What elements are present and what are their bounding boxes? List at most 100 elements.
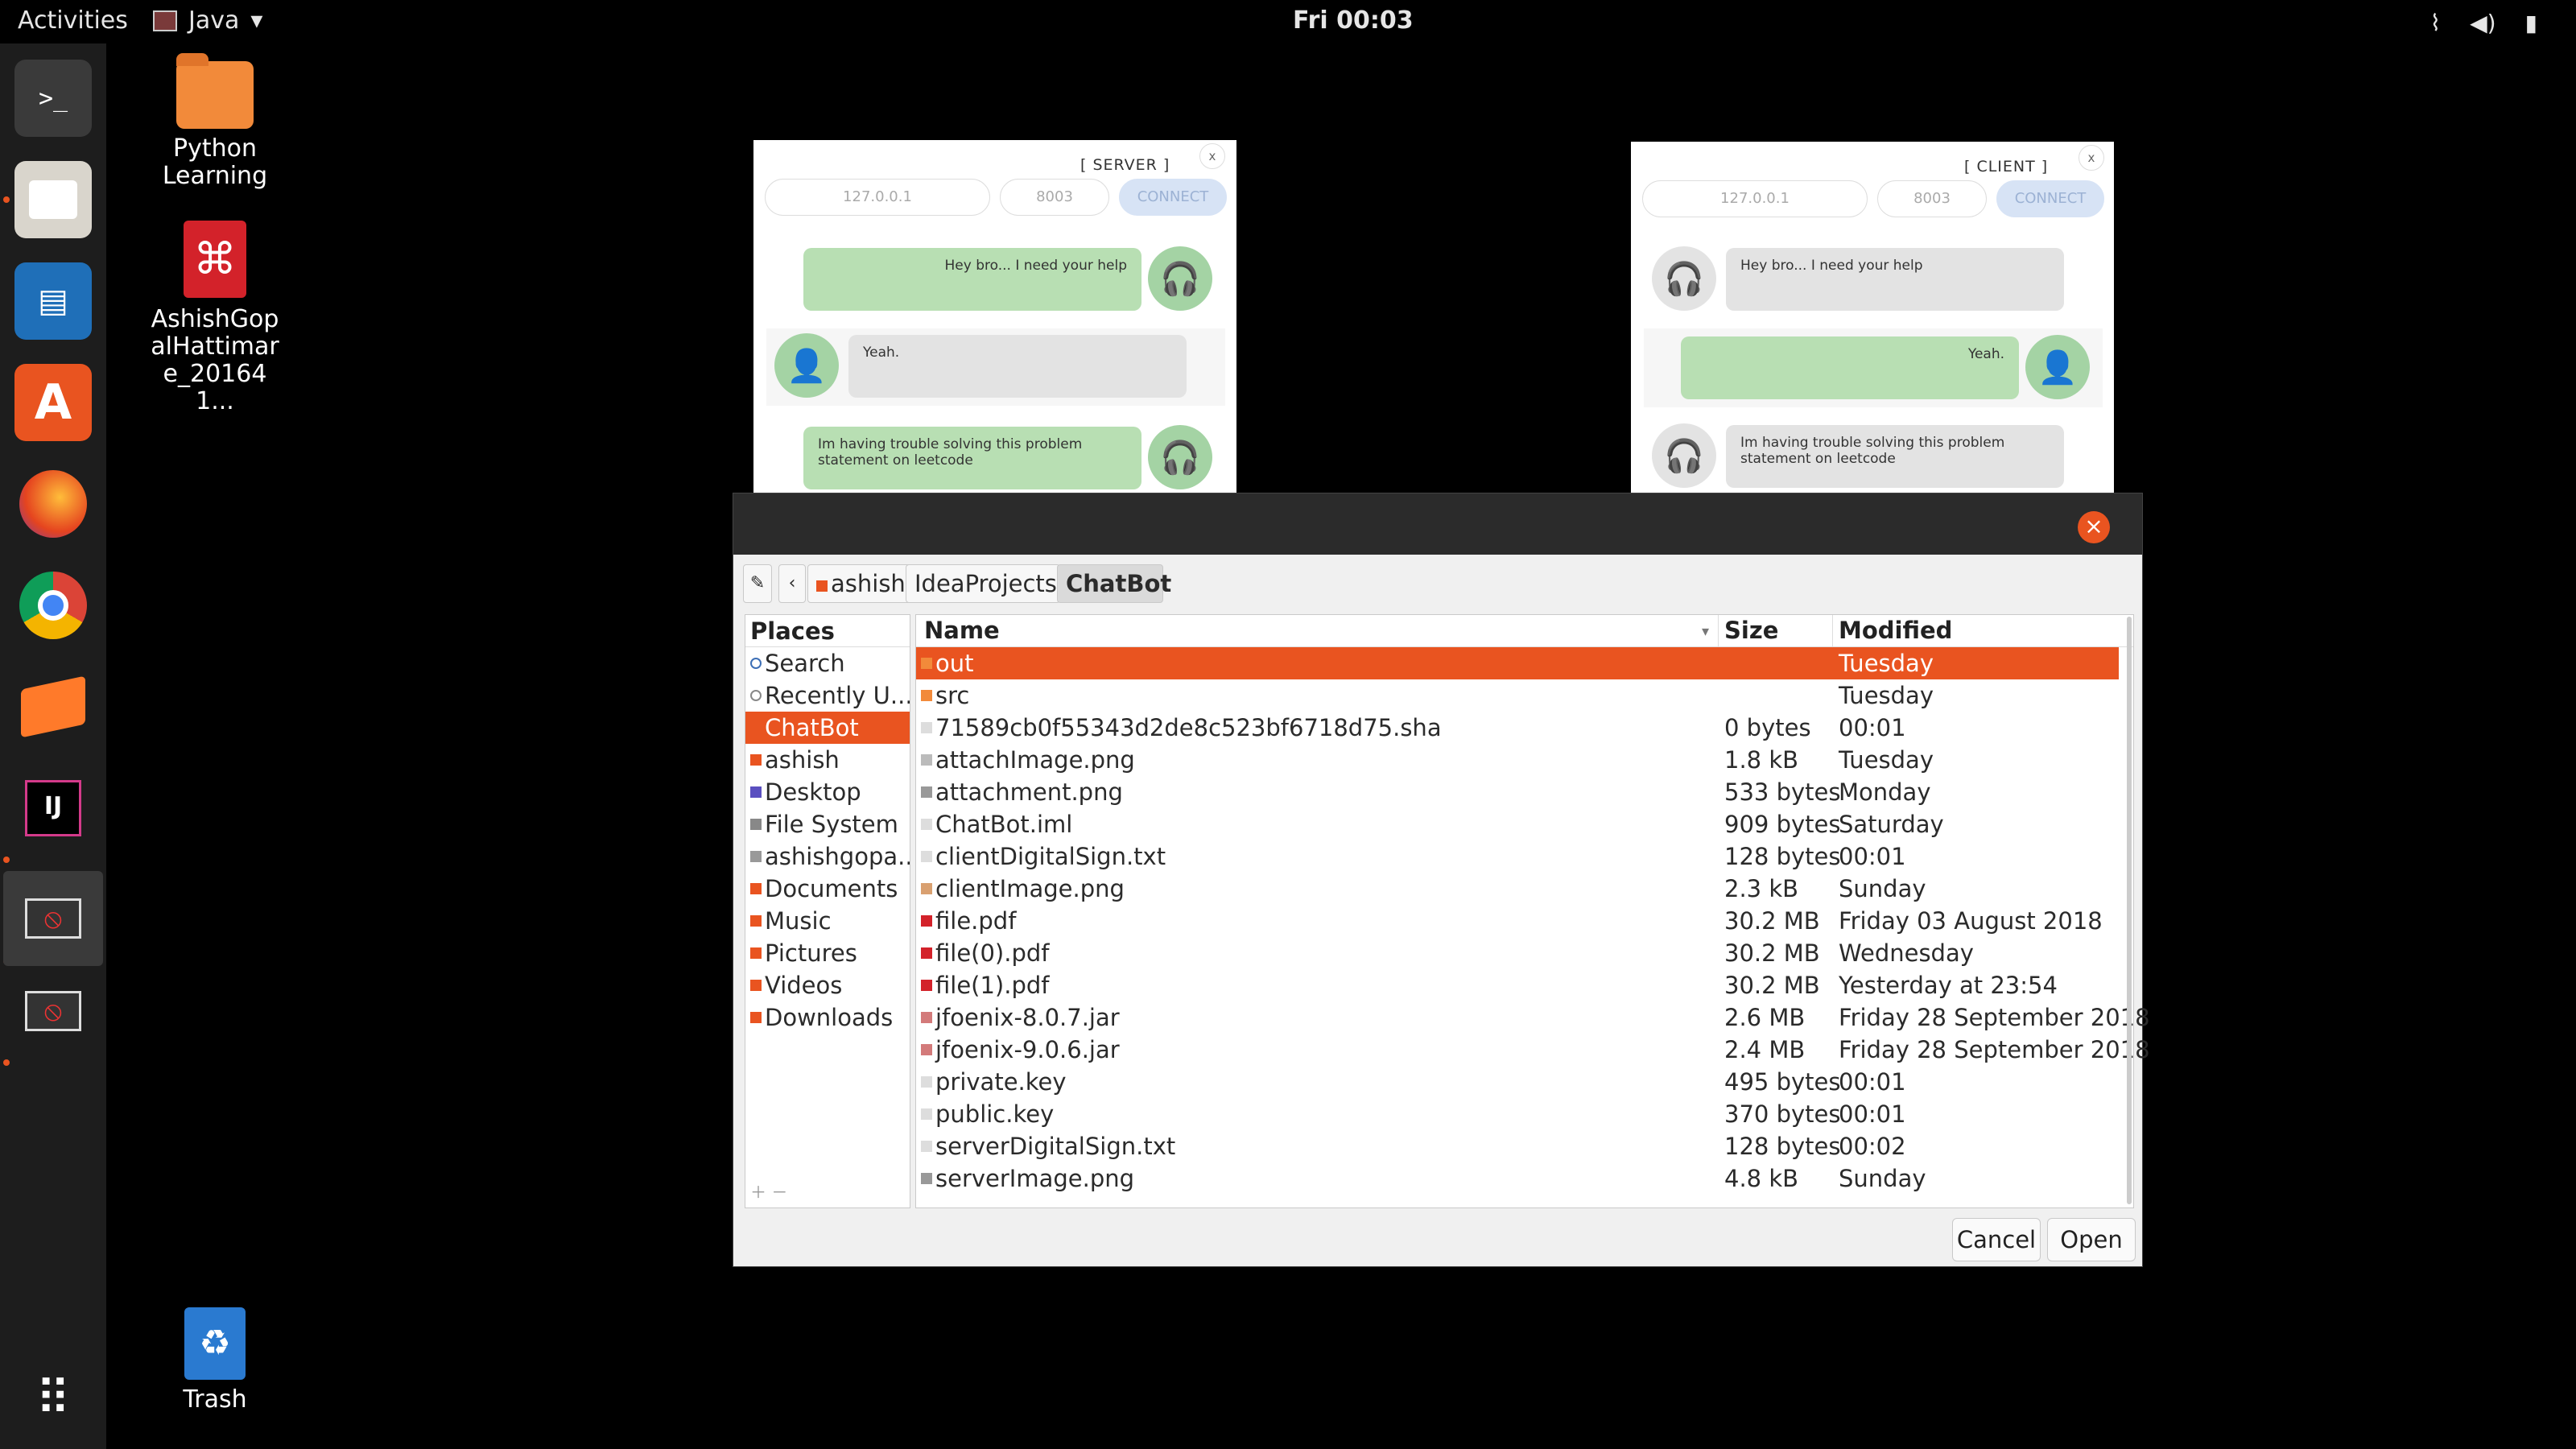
file-modified: Saturday — [1839, 811, 1944, 838]
client-port-field[interactable]: 8003 — [1877, 180, 1987, 217]
folder-icon — [750, 883, 762, 894]
server-connect-button[interactable]: CONNECT — [1119, 179, 1227, 216]
path-chatbot[interactable]: ChatBot — [1057, 564, 1171, 603]
activities-button[interactable]: Activities — [18, 6, 128, 35]
server-ip-field[interactable]: 127.0.0.1 — [765, 179, 990, 216]
show-apps-icon[interactable]: ⠿ — [14, 1360, 92, 1438]
file-size: 2.3 kB — [1724, 875, 1799, 902]
column-name[interactable]: Name — [924, 617, 1000, 644]
place-item[interactable]: Recently U... — [745, 679, 910, 712]
client-connect-button[interactable]: CONNECT — [1996, 180, 2104, 217]
file-name: serverDigitalSign.txt — [935, 1133, 1176, 1160]
cancel-button[interactable]: Cancel — [1952, 1218, 2041, 1261]
file-list-header: Name ▾ Size Modified — [916, 615, 2133, 647]
file-row[interactable]: clientImage.png 2.3 kB Sunday — [916, 873, 2119, 905]
place-item[interactable]: Search — [745, 647, 910, 679]
file-modified: Friday 28 September 2018 — [1839, 1004, 2150, 1031]
dialog-close-button[interactable]: × — [2078, 511, 2110, 543]
java-app-icon-1[interactable]: ⦸ — [3, 871, 103, 966]
system-tray[interactable]: ⌇ ◀) ▮ — [2429, 10, 2537, 36]
terminal-icon[interactable]: >_ — [14, 60, 92, 137]
app-menu[interactable]: Java ▾ — [153, 6, 262, 35]
column-size[interactable]: Size — [1724, 617, 1778, 644]
dialog-header: × — [733, 493, 2142, 555]
desktop-icon — [750, 786, 762, 798]
file-row[interactable]: file(1).pdf 30.2 MB Yesterday at 23:54 — [916, 969, 2119, 1001]
places-add-remove[interactable]: ＋ － — [750, 1179, 787, 1203]
file-modified: Sunday — [1839, 1165, 1926, 1192]
file-size: 30.2 MB — [1724, 907, 1820, 935]
folder-icon — [750, 980, 762, 991]
place-item[interactable]: Pictures — [745, 937, 910, 969]
file-row[interactable]: clientDigitalSign.txt 128 bytes 00:01 — [916, 840, 2119, 873]
trash-label: Trash — [183, 1385, 247, 1414]
files-icon[interactable] — [14, 161, 92, 238]
scrollbar[interactable] — [2127, 617, 2132, 1204]
desktop-folder-python[interactable]: Python Learning — [138, 53, 291, 190]
file-name: ChatBot.iml — [935, 811, 1073, 838]
place-item[interactable]: Videos — [745, 969, 910, 1001]
file-size: 2.6 MB — [1724, 1004, 1806, 1031]
place-item[interactable]: Downloads — [745, 1001, 910, 1034]
place-label: File System — [765, 811, 898, 838]
file-row[interactable]: file(0).pdf 30.2 MB Wednesday — [916, 937, 2119, 969]
file-row[interactable]: out Tuesday — [916, 647, 2119, 679]
desktop-trash[interactable]: ♻ Trash — [138, 1307, 291, 1414]
path-ideaprojects[interactable]: IdeaProjects — [906, 564, 1060, 603]
file-row[interactable]: attachImage.png 1.8 kB Tuesday — [916, 744, 2119, 776]
firefox-icon[interactable] — [14, 465, 92, 543]
file-row[interactable]: serverDigitalSign.txt 128 bytes 00:02 — [916, 1130, 2119, 1162]
java-app-icon-2[interactable]: ⦸ — [14, 972, 92, 1050]
client-ip-field[interactable]: 127.0.0.1 — [1642, 180, 1868, 217]
file-modified: 00:02 — [1839, 1133, 1906, 1160]
file-row[interactable]: attachment.png 533 bytes Monday — [916, 776, 2119, 808]
file-row[interactable]: public.key 370 bytes 00:01 — [916, 1098, 2119, 1130]
place-item[interactable]: Documents — [745, 873, 910, 905]
server-close-button[interactable]: x — [1199, 143, 1225, 169]
file-row[interactable]: jfoenix-8.0.7.jar 2.6 MB Friday 28 Septemb… — [916, 1001, 2150, 1034]
server-window: [ SERVER ] x 127.0.0.1 8003 CONNECT Hey … — [753, 140, 1236, 493]
clock[interactable]: Fri 00:03 — [1293, 6, 1414, 35]
file-name: public.key — [935, 1100, 1055, 1128]
place-item[interactable]: File System — [745, 808, 910, 840]
file-name: clientDigitalSign.txt — [935, 843, 1166, 870]
file-name: attachImage.png — [935, 746, 1135, 774]
file-name: 71589cb0f55343d2de8c523bf6718d75.sha — [935, 714, 1442, 741]
column-modified[interactable]: Modified — [1839, 617, 1952, 644]
folder-label: Python Learning — [162, 134, 268, 190]
place-item[interactable]: ChatBot — [745, 712, 910, 744]
file-row[interactable]: src Tuesday — [916, 679, 2119, 712]
edit-location-button[interactable]: ✎ — [743, 564, 772, 603]
pencil-icon: ✎ — [749, 573, 766, 593]
file-name: clientImage.png — [935, 875, 1125, 902]
place-label: ChatBot — [765, 714, 859, 741]
writer-icon[interactable]: ▤ — [14, 262, 92, 340]
file-icon — [921, 915, 932, 927]
place-item[interactable]: Desktop — [745, 776, 910, 808]
file-row[interactable]: file.pdf 30.2 MB Friday 03 August 2018 — [916, 905, 2119, 937]
file-row[interactable]: 71589cb0f55343d2de8c523bf6718d75.sha 0 by… — [916, 712, 2119, 744]
file-row[interactable]: serverImage.png 4.8 kB Sunday — [916, 1162, 2119, 1195]
chrome-icon[interactable] — [14, 567, 92, 644]
back-path-button[interactable]: ‹ — [778, 564, 806, 603]
open-button[interactable]: Open — [2047, 1218, 2136, 1261]
file-row[interactable]: ChatBot.iml 909 bytes Saturday — [916, 808, 2119, 840]
place-label: Recently U... — [765, 682, 910, 709]
place-item[interactable]: ashishgopa... — [745, 840, 910, 873]
intellij-icon[interactable]: IJ — [14, 770, 92, 847]
file-modified: 00:01 — [1839, 843, 1906, 870]
sublime-icon[interactable] — [14, 668, 92, 745]
file-name: jfoenix-8.0.7.jar — [935, 1004, 1120, 1031]
server-port-field[interactable]: 8003 — [1000, 179, 1109, 216]
path-label: ashish — [831, 570, 906, 597]
place-item[interactable]: Music — [745, 905, 910, 937]
file-row[interactable]: private.key 495 bytes 00:01 — [916, 1066, 2119, 1098]
file-name: private.key — [935, 1068, 1067, 1096]
desktop-pdf-file[interactable]: ⌘ AshishGopalHattimare_201641... — [138, 221, 291, 415]
file-row[interactable]: jfoenix-9.0.6.jar 2.4 MB Friday 28 Septemb… — [916, 1034, 2150, 1066]
trash-icon: ♻ — [184, 1307, 246, 1380]
client-close-button[interactable]: x — [2079, 145, 2104, 171]
file-size: 1.8 kB — [1724, 746, 1799, 774]
place-item[interactable]: ashish — [745, 744, 910, 776]
software-center-icon[interactable]: A — [14, 364, 92, 441]
